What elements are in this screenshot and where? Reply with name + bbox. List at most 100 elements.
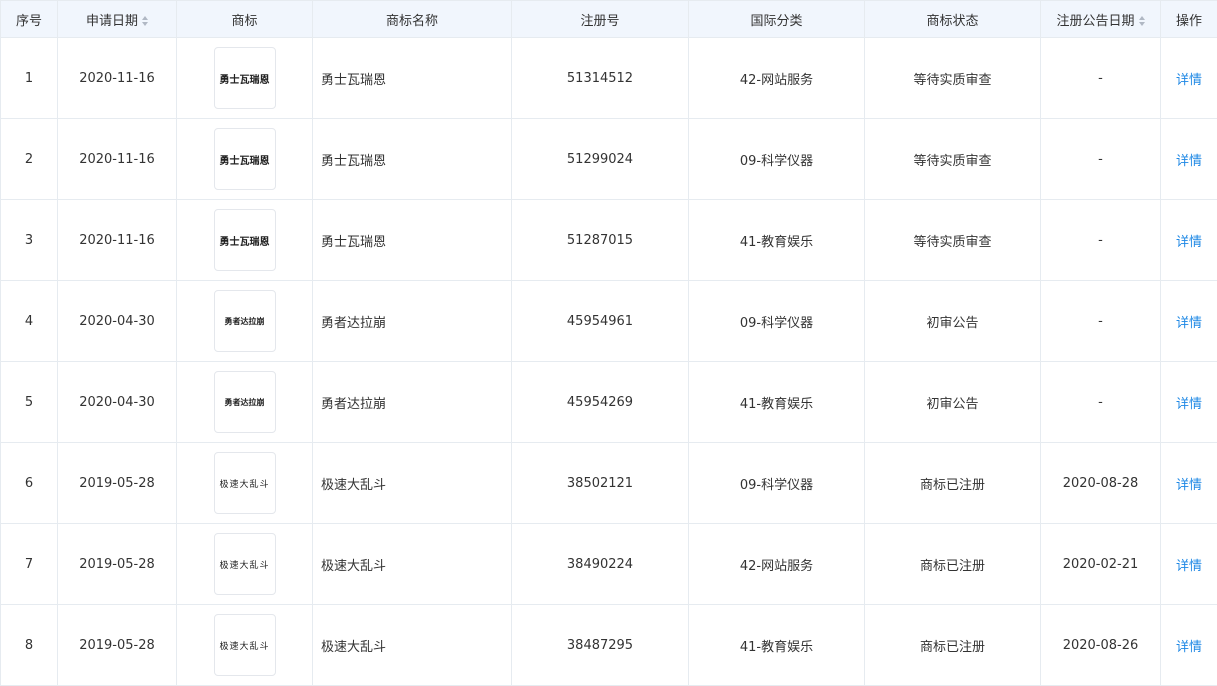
cell-apply-date: 2020-04-30 xyxy=(57,280,177,362)
cell-name: 极速大乱斗 xyxy=(312,442,512,524)
cell-pub-date: 2020-02-21 xyxy=(1040,523,1161,605)
trademark-logo-image[interactable]: 勇者达拉崩 xyxy=(213,290,276,352)
cell-reg-no: 38490224 xyxy=(511,523,689,605)
cell-action: 详情 xyxy=(1160,37,1217,119)
table-row: 1 2020-11-16 勇士瓦瑞恩 勇士瓦瑞恩 51314512 42-网站服… xyxy=(0,37,1217,119)
cell-class: 09-科学仪器 xyxy=(688,280,865,362)
cell-class: 42-网站服务 xyxy=(688,37,865,119)
cell-pub-date: 2020-08-26 xyxy=(1040,604,1161,686)
cell-status: 等待实质审查 xyxy=(864,37,1041,119)
detail-link[interactable]: 详情 xyxy=(1176,235,1202,250)
header-index: 序号 xyxy=(0,0,58,38)
table-row: 6 2019-05-28 极速大乱斗 极速大乱斗 38502121 09-科学仪… xyxy=(0,442,1217,524)
cell-logo: 勇者达拉崩 xyxy=(176,280,313,362)
cell-apply-date: 2020-11-16 xyxy=(57,37,177,119)
cell-logo: 极速大乱斗 xyxy=(176,442,313,524)
trademark-logo-image[interactable]: 极速大乱斗 xyxy=(213,452,276,514)
header-pub-date[interactable]: 注册公告日期 xyxy=(1040,0,1161,38)
cell-status: 等待实质审查 xyxy=(864,118,1041,200)
cell-name: 勇士瓦瑞恩 xyxy=(312,199,512,281)
cell-action: 详情 xyxy=(1160,604,1217,686)
cell-apply-date: 2020-11-16 xyxy=(57,199,177,281)
cell-apply-date: 2020-11-16 xyxy=(57,118,177,200)
header-logo: 商标 xyxy=(176,0,313,38)
cell-name: 勇者达拉崩 xyxy=(312,361,512,443)
cell-status: 初审公告 xyxy=(864,361,1041,443)
cell-index: 5 xyxy=(0,361,58,443)
cell-pub-date: 2020-08-28 xyxy=(1040,442,1161,524)
trademark-logo-image[interactable]: 勇者达拉崩 xyxy=(213,371,276,433)
cell-reg-no: 38502121 xyxy=(511,442,689,524)
trademark-table: 序号 申请日期 商标 商标名称 注册号 国际分类 商标状态 注册公告日期 操作 … xyxy=(0,0,1217,686)
cell-class: 41-教育娱乐 xyxy=(688,604,865,686)
cell-reg-no: 45954961 xyxy=(511,280,689,362)
cell-action: 详情 xyxy=(1160,118,1217,200)
cell-reg-no: 51287015 xyxy=(511,199,689,281)
table-row: 4 2020-04-30 勇者达拉崩 勇者达拉崩 45954961 09-科学仪… xyxy=(0,280,1217,362)
cell-status: 商标已注册 xyxy=(864,442,1041,524)
cell-class: 09-科学仪器 xyxy=(688,442,865,524)
cell-apply-date: 2019-05-28 xyxy=(57,523,177,605)
cell-name: 勇士瓦瑞恩 xyxy=(312,118,512,200)
cell-pub-date: - xyxy=(1040,280,1161,362)
cell-name: 极速大乱斗 xyxy=(312,523,512,605)
cell-class: 42-网站服务 xyxy=(688,523,865,605)
cell-action: 详情 xyxy=(1160,442,1217,524)
cell-action: 详情 xyxy=(1160,280,1217,362)
table-row: 3 2020-11-16 勇士瓦瑞恩 勇士瓦瑞恩 51287015 41-教育娱… xyxy=(0,199,1217,281)
trademark-logo-image[interactable]: 极速大乱斗 xyxy=(213,614,276,676)
cell-logo: 勇者达拉崩 xyxy=(176,361,313,443)
cell-reg-no: 51314512 xyxy=(511,37,689,119)
header-name: 商标名称 xyxy=(312,0,512,38)
cell-apply-date: 2019-05-28 xyxy=(57,604,177,686)
cell-index: 2 xyxy=(0,118,58,200)
cell-status: 商标已注册 xyxy=(864,523,1041,605)
cell-reg-no: 45954269 xyxy=(511,361,689,443)
detail-link[interactable]: 详情 xyxy=(1176,640,1202,655)
cell-reg-no: 51299024 xyxy=(511,118,689,200)
trademark-logo-image[interactable]: 勇士瓦瑞恩 xyxy=(213,47,276,109)
cell-status: 初审公告 xyxy=(864,280,1041,362)
cell-index: 1 xyxy=(0,37,58,119)
cell-logo: 勇士瓦瑞恩 xyxy=(176,37,313,119)
cell-apply-date: 2020-04-30 xyxy=(57,361,177,443)
trademark-logo-image[interactable]: 勇士瓦瑞恩 xyxy=(213,128,276,190)
cell-index: 6 xyxy=(0,442,58,524)
cell-class: 41-教育娱乐 xyxy=(688,199,865,281)
cell-pub-date: - xyxy=(1040,37,1161,119)
cell-logo: 极速大乱斗 xyxy=(176,604,313,686)
header-class: 国际分类 xyxy=(688,0,865,38)
header-apply-date[interactable]: 申请日期 xyxy=(57,0,177,38)
header-reg-no: 注册号 xyxy=(511,0,689,38)
trademark-logo-image[interactable]: 极速大乱斗 xyxy=(213,533,276,595)
sort-icon[interactable] xyxy=(1138,16,1145,26)
trademark-logo-image[interactable]: 勇士瓦瑞恩 xyxy=(213,209,276,271)
detail-link[interactable]: 详情 xyxy=(1176,73,1202,88)
header-status: 商标状态 xyxy=(864,0,1041,38)
table-row: 7 2019-05-28 极速大乱斗 极速大乱斗 38490224 42-网站服… xyxy=(0,523,1217,605)
cell-name: 极速大乱斗 xyxy=(312,604,512,686)
cell-name: 勇者达拉崩 xyxy=(312,280,512,362)
cell-action: 详情 xyxy=(1160,199,1217,281)
cell-pub-date: - xyxy=(1040,199,1161,281)
cell-reg-no: 38487295 xyxy=(511,604,689,686)
header-action: 操作 xyxy=(1160,0,1217,38)
cell-logo: 勇士瓦瑞恩 xyxy=(176,118,313,200)
detail-link[interactable]: 详情 xyxy=(1176,397,1202,412)
detail-link[interactable]: 详情 xyxy=(1176,478,1202,493)
cell-index: 3 xyxy=(0,199,58,281)
sort-icon[interactable] xyxy=(142,16,148,26)
detail-link[interactable]: 详情 xyxy=(1176,316,1202,331)
table-row: 2 2020-11-16 勇士瓦瑞恩 勇士瓦瑞恩 51299024 09-科学仪… xyxy=(0,118,1217,200)
detail-link[interactable]: 详情 xyxy=(1176,154,1202,169)
cell-pub-date: - xyxy=(1040,118,1161,200)
cell-logo: 极速大乱斗 xyxy=(176,523,313,605)
cell-pub-date: - xyxy=(1040,361,1161,443)
cell-action: 详情 xyxy=(1160,523,1217,605)
cell-index: 8 xyxy=(0,604,58,686)
cell-index: 7 xyxy=(0,523,58,605)
cell-logo: 勇士瓦瑞恩 xyxy=(176,199,313,281)
detail-link[interactable]: 详情 xyxy=(1176,559,1202,574)
cell-class: 41-教育娱乐 xyxy=(688,361,865,443)
cell-action: 详情 xyxy=(1160,361,1217,443)
